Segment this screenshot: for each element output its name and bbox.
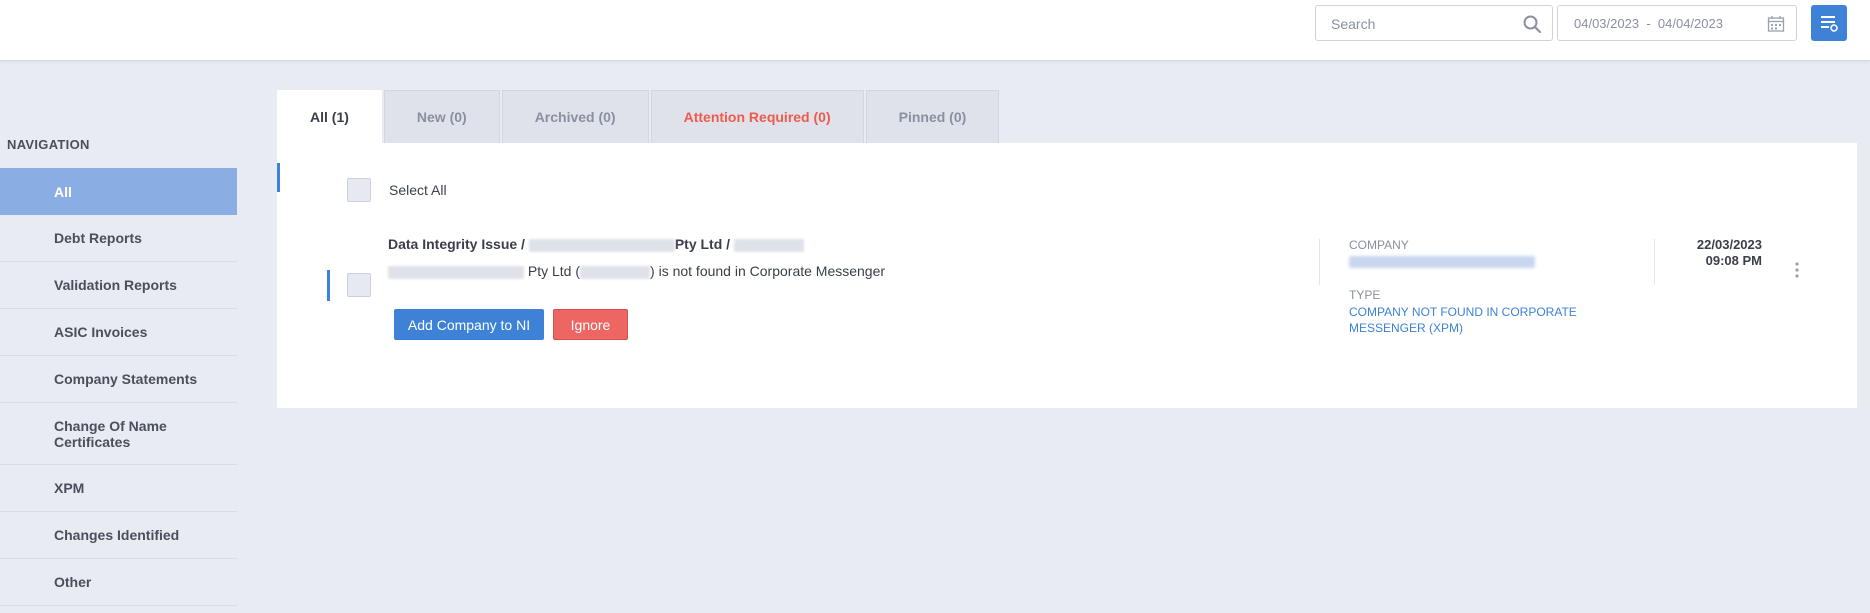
row-desc-post: ) is not found in Corporate Messenger xyxy=(650,263,886,279)
sidebar-item-label: ASIC Invoices xyxy=(54,324,148,340)
filter-tabs: All (1) New (0) Archived (0) Attention R… xyxy=(277,90,1001,143)
sidebar-item-change-of-name-certificates[interactable]: Change Of Name Certificates xyxy=(0,403,237,465)
redacted-company-number xyxy=(733,238,804,252)
sidebar-item-label: Change Of Name Certificates xyxy=(54,417,167,450)
row-time: 09:08 PM xyxy=(1705,253,1762,268)
row-description: Pty Ltd ( ) is not found in Corporate Mes… xyxy=(388,263,885,279)
company-label: COMPANY xyxy=(1349,238,1409,252)
row-date: 22/03/2023 xyxy=(1696,237,1762,252)
select-all-checkbox[interactable] xyxy=(347,178,371,202)
date-to: 04/04/2023 xyxy=(1657,16,1723,31)
tab-new[interactable]: New (0) xyxy=(383,90,500,143)
column-divider xyxy=(1319,239,1320,285)
type-value: COMPANY NOT FOUND IN CORPORATE MESSENGER… xyxy=(1349,305,1577,335)
sidebar-item-company-statements[interactable]: Company Statements xyxy=(0,356,237,403)
row-checkbox[interactable] xyxy=(347,273,371,297)
sidebar-item-label: Company Statements xyxy=(54,371,198,387)
tab-archived[interactable]: Archived (0) xyxy=(501,90,649,143)
sidebar-item-debt-reports[interactable]: Debt Reports xyxy=(0,215,237,262)
sidebar-item-all[interactable]: All xyxy=(0,168,237,215)
sidebar-item-label: Debt Reports xyxy=(54,230,142,246)
row-title-prefix: Data Integrity Issue / xyxy=(388,236,525,252)
search-input[interactable]: Search xyxy=(1315,5,1553,41)
sidebar-item-xpm[interactable]: XPM xyxy=(0,465,237,512)
calendar-icon[interactable] xyxy=(1767,15,1785,33)
sidebar-nav: All Debt Reports Validation Reports ASIC… xyxy=(0,168,237,606)
sidebar-item-other[interactable]: Other xyxy=(0,559,237,606)
date-separator: - xyxy=(1646,16,1651,31)
date-range-input[interactable]: 04/03/2023 - 04/04/2023 xyxy=(1557,5,1797,41)
redacted-company-name xyxy=(388,265,524,279)
sidebar-item-validation-reports[interactable]: Validation Reports xyxy=(0,262,237,309)
navigation-heading: NAVIGATION xyxy=(7,137,90,152)
tab-pinned[interactable]: Pinned (0) xyxy=(865,90,1000,143)
sidebar-item-asic-invoices[interactable]: ASIC Invoices xyxy=(0,309,237,356)
sidebar-item-label: Other xyxy=(54,574,92,590)
top-bar: Search 04/03/2023 - 04/04/2023 xyxy=(0,0,1870,61)
redacted-company-link[interactable] xyxy=(1349,256,1535,268)
select-all-accent xyxy=(277,163,280,192)
search-icon[interactable] xyxy=(1522,14,1542,34)
list-settings-icon xyxy=(1821,16,1838,32)
row-desc-pre: Pty Ltd ( xyxy=(527,263,581,279)
select-all-label: Select All xyxy=(389,182,447,198)
row-title[interactable]: Data Integrity Issue / Pty Ltd / xyxy=(388,236,804,252)
sidebar-item-label: Changes Identified xyxy=(54,527,180,543)
search-placeholder: Search xyxy=(1331,16,1376,32)
date-range-text: 04/03/2023 - 04/04/2023 xyxy=(1574,16,1723,31)
notification-panel: Select All Data Integrity Issue / Pty Lt… xyxy=(277,143,1857,408)
add-company-button[interactable]: Add Company to NI xyxy=(394,309,544,340)
ignore-button[interactable]: Ignore xyxy=(553,309,628,340)
more-options-icon[interactable] xyxy=(1791,260,1803,280)
sidebar-item-label: Validation Reports xyxy=(54,277,177,293)
tab-all[interactable]: All (1) xyxy=(277,90,382,143)
row-title-mid: Pty Ltd / xyxy=(674,236,731,252)
row-accent xyxy=(327,270,330,301)
redacted-company-name xyxy=(528,238,675,252)
sidebar-item-label: XPM xyxy=(54,480,85,496)
sidebar-item-label: All xyxy=(54,183,72,200)
row-timestamp: 22/03/2023 09:08 PM xyxy=(1642,237,1762,269)
type-label: TYPE xyxy=(1349,288,1381,302)
date-from: 04/03/2023 xyxy=(1574,16,1640,31)
list-menu-button[interactable] xyxy=(1811,5,1847,41)
sidebar-item-changes-identified[interactable]: Changes Identified xyxy=(0,512,237,559)
tab-attention-required[interactable]: Attention Required (0) xyxy=(650,90,864,143)
redacted-company-number xyxy=(580,265,651,279)
